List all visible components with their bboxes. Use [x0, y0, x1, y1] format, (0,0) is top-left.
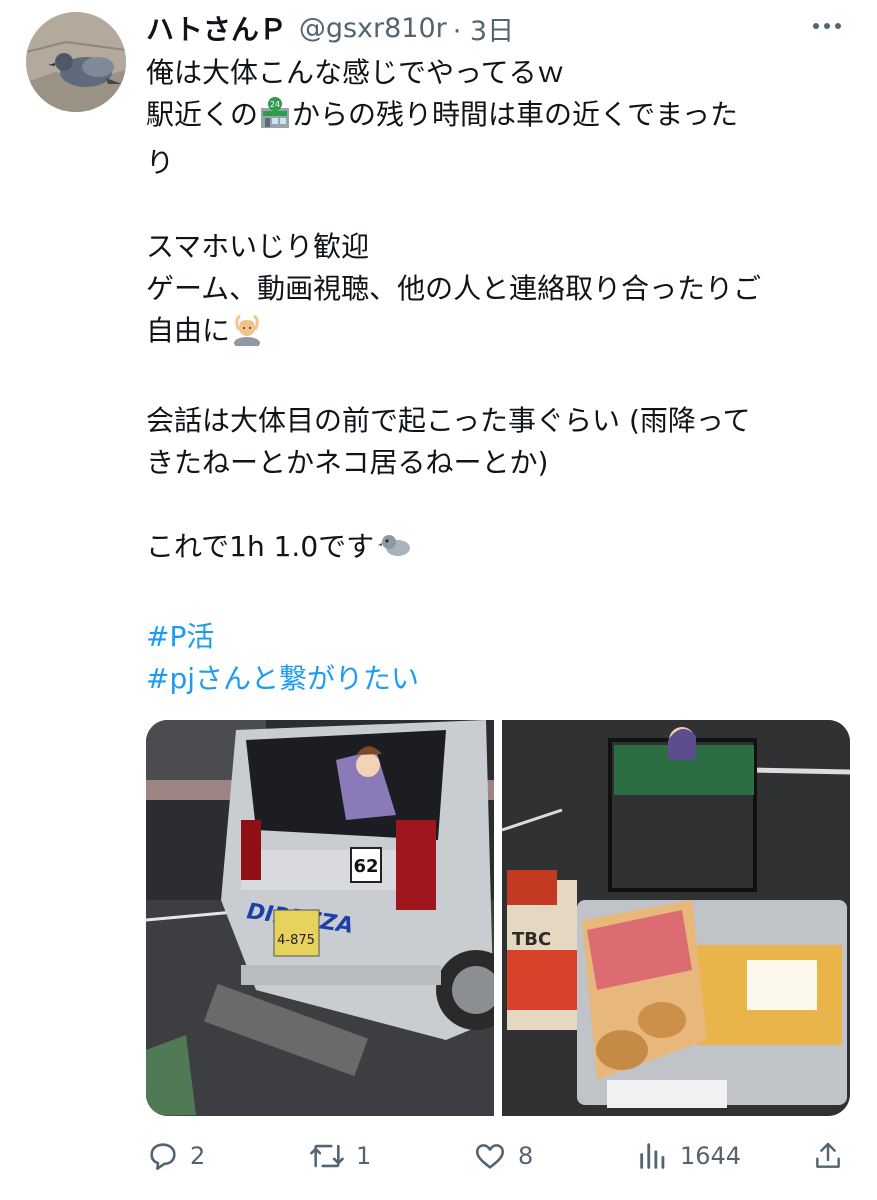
text-line	[146, 484, 846, 526]
tweet-actions: 2 1 8 1644	[146, 1132, 846, 1180]
tweet-media: 62 DIREZZA 4-875 TBC	[146, 720, 850, 1116]
author-handle[interactable]: @gsxr810r	[299, 13, 447, 44]
text-line: 駅近くの 24 からの残り時間は車の近くでまった	[146, 94, 846, 142]
author-name[interactable]: ハトさんＰ	[146, 8, 287, 48]
text-line	[146, 184, 846, 226]
juice-label: TBC	[512, 929, 551, 950]
tweet-time[interactable]: · 3日	[453, 9, 514, 48]
retweet-button[interactable]: 1	[308, 1132, 371, 1180]
share-button[interactable]	[812, 1132, 844, 1180]
text-line: スマホいじり歓迎	[146, 230, 370, 263]
retweet-icon	[310, 1144, 344, 1168]
reply-count: 2	[190, 1142, 206, 1170]
reply-button[interactable]: 2	[146, 1132, 205, 1180]
person-gesturing-ok-emoji-icon	[230, 312, 264, 358]
like-button[interactable]: 8	[472, 1132, 533, 1180]
text-line: 会話は大体目の前で起こった事ぐらい (雨降って	[146, 404, 751, 437]
text-line: きたねーとかネコ居るねーとか)	[146, 446, 549, 479]
text-line: 俺は大体こんな感じでやってるｗ	[146, 56, 565, 89]
text-segment: からの残り時間は車の近くでまった	[292, 98, 739, 131]
text-line	[146, 574, 846, 616]
tweet-header: ハトさんＰ @gsxr810r · 3日	[146, 8, 514, 48]
reply-icon	[150, 1143, 176, 1171]
bird-emoji-icon	[378, 528, 412, 574]
like-count: 8	[518, 1142, 534, 1170]
more-icon[interactable]	[813, 16, 847, 36]
svg-text:24: 24	[270, 100, 280, 109]
snacks-photo[interactable]: TBC	[502, 720, 850, 1116]
tweet-text: 俺は大体こんな感じでやってるｗ 駅近くの 24 からの残り時間は車の近くでまった り…	[146, 52, 846, 700]
share-icon	[816, 1142, 840, 1168]
text-segment: 駅近くの	[146, 98, 259, 131]
text-line	[146, 358, 846, 400]
text-line: ゲーム、動画視聴、他の人と連絡取り合ったりご	[146, 272, 762, 305]
car-number-label: 62	[353, 856, 378, 877]
retweet-count: 1	[356, 1142, 372, 1170]
hashtag-link[interactable]: #pjさんと繋がりたい	[146, 658, 846, 700]
car-photo[interactable]: 62 DIREZZA 4-875	[146, 720, 494, 1116]
text-line: り	[146, 146, 175, 179]
license-plate: 4-875	[277, 933, 315, 948]
heart-icon	[475, 1144, 505, 1169]
hashtag-link[interactable]: #P活	[146, 616, 846, 658]
avatar[interactable]	[26, 12, 126, 112]
text-segment: 自由に	[146, 314, 231, 347]
text-line: 自由に	[146, 310, 846, 358]
text-segment: これで1h 1.0です	[146, 530, 375, 563]
views-button[interactable]: 1644	[636, 1132, 741, 1180]
view-count: 1644	[680, 1142, 742, 1170]
views-icon	[640, 1143, 665, 1169]
convenience-store-emoji-icon: 24	[258, 96, 292, 142]
pigeon-avatar-image	[26, 12, 126, 112]
text-line: これで1h 1.0です	[146, 526, 846, 574]
